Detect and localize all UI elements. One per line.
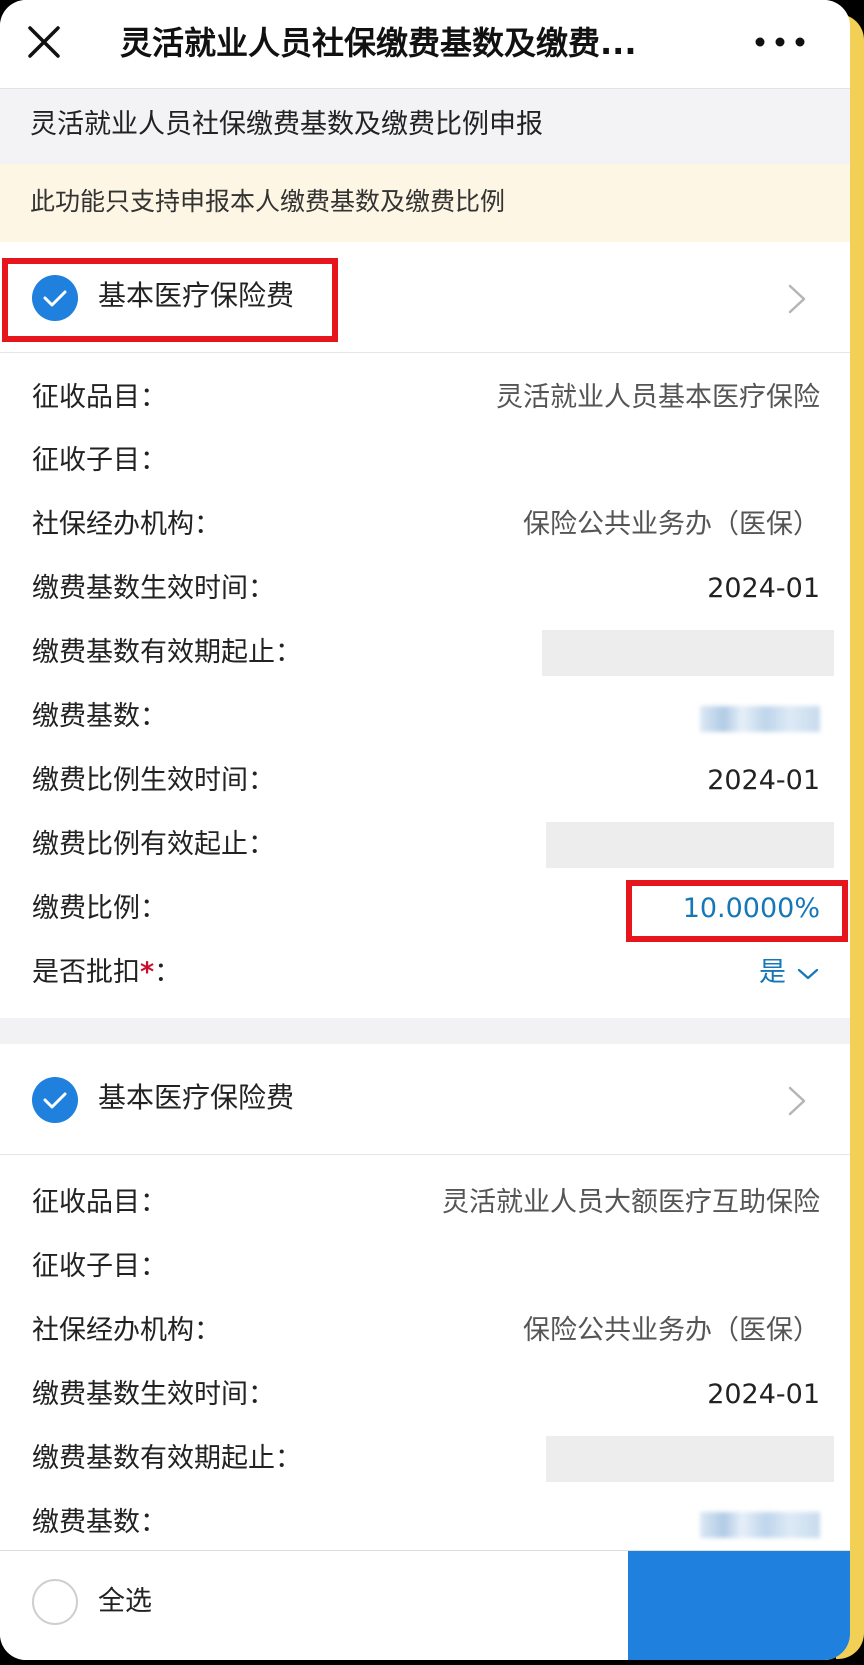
field-value: 2024-01 xyxy=(707,1379,820,1410)
field-label: 社保经办机构： xyxy=(32,509,221,540)
field-label: 缴费基数生效时间： xyxy=(32,573,275,604)
field-row: 缴费基数有效期起止： xyxy=(0,1428,850,1490)
section-title: 基本医疗保险费 xyxy=(98,1081,295,1114)
field-label: 缴费基数： xyxy=(32,701,167,732)
notice-text: 此功能只支持申报本人缴费基数及缴费比例 xyxy=(30,187,506,216)
redacted-block xyxy=(542,630,834,676)
redacted-block xyxy=(546,1436,834,1482)
select-all-label[interactable]: 全选 xyxy=(98,1579,152,1625)
field-label: 缴费比例生效时间： xyxy=(32,765,275,796)
blurred-value xyxy=(700,1512,820,1538)
device-frame: 灵活就业人员社保缴费基数及缴费... 灵活就业人员社保缴费基数及缴费比例申报 此… xyxy=(0,0,864,1665)
checked-circle-icon[interactable] xyxy=(32,1077,78,1123)
select-all-checkbox[interactable] xyxy=(32,1579,78,1625)
field-row: 缴费基数生效时间： 2024-01 xyxy=(0,1364,850,1426)
page-header: 灵活就业人员社保缴费基数及缴费比例申报 xyxy=(0,88,850,165)
field-value: 保险公共业务办（医保） xyxy=(523,509,820,540)
field-row: 缴费比例生效时间： 2024-01 xyxy=(0,750,850,812)
chevron-down-icon xyxy=(797,968,819,979)
more-icon[interactable] xyxy=(752,30,808,54)
chevron-right-icon[interactable] xyxy=(784,1082,810,1120)
field-row: 缴费基数生效时间： 2024-01 xyxy=(0,558,850,620)
field-value: 2024-01 xyxy=(707,765,820,796)
chevron-right-icon[interactable] xyxy=(784,280,810,318)
app-screen: 灵活就业人员社保缴费基数及缴费... 灵活就业人员社保缴费基数及缴费比例申报 此… xyxy=(0,0,850,1660)
bottom-action-bar: 全选 xyxy=(0,1550,850,1660)
field-label: 征收子目： xyxy=(32,1251,167,1282)
field-label-suffix: ： xyxy=(154,957,182,988)
field-label: 是否批扣*： xyxy=(32,951,181,995)
field-value: 2024-01 xyxy=(707,573,820,604)
field-row: 社保经办机构： 保险公共业务办（医保） xyxy=(0,1300,850,1362)
field-label-text: 是否批扣 xyxy=(32,957,140,988)
field-label: 缴费基数： xyxy=(32,1507,167,1538)
blurred-value xyxy=(700,706,820,732)
field-row: 征收品目： 灵活就业人员基本医疗保险 xyxy=(0,367,850,429)
field-label: 缴费基数生效时间： xyxy=(32,1379,275,1410)
notice-banner: 此功能只支持申报本人缴费基数及缴费比例 xyxy=(0,164,850,242)
field-label: 征收品目： xyxy=(32,382,167,413)
field-label: 缴费基数有效期起止： xyxy=(32,1443,302,1474)
batch-deduct-select[interactable]: 是 xyxy=(759,951,820,995)
field-label: 征收子目： xyxy=(32,445,167,476)
field-row: 缴费比例有效起止： xyxy=(0,814,850,876)
red-highlight-box xyxy=(626,880,848,942)
field-label: 缴费基数有效期起止： xyxy=(32,637,302,668)
field-row: 缴费基数： xyxy=(0,1492,850,1554)
window-title: 灵活就业人员社保缴费基数及缴费... xyxy=(120,24,637,62)
field-value: 保险公共业务办（医保） xyxy=(523,1315,820,1346)
field-value: 灵活就业人员基本医疗保险 xyxy=(496,382,820,413)
red-highlight-box xyxy=(2,258,338,342)
field-row: 缴费基数有效期起止： xyxy=(0,622,850,684)
section-divider xyxy=(0,1018,850,1044)
field-row: 征收品目： 灵活就业人员大额医疗互助保险 xyxy=(0,1172,850,1234)
field-row: 社保经办机构： 保险公共业务办（医保） xyxy=(0,494,850,556)
page-title: 灵活就业人员社保缴费基数及缴费比例申报 xyxy=(30,109,543,140)
redacted-block xyxy=(546,822,834,868)
field-row: 缴费基数： xyxy=(0,686,850,748)
title-bar: 灵活就业人员社保缴费基数及缴费... xyxy=(0,0,850,88)
field-label: 社保经办机构： xyxy=(32,1315,221,1346)
section-header-2[interactable]: 基本医疗保险费 xyxy=(0,1044,850,1155)
field-label: 缴费比例： xyxy=(32,893,167,924)
field-row[interactable]: 是否批扣*： 是 xyxy=(0,942,850,1004)
field-row: 征收子目： xyxy=(0,430,850,492)
submit-button[interactable] xyxy=(628,1551,850,1660)
field-row: 征收子目： xyxy=(0,1236,850,1298)
required-mark: * xyxy=(140,957,155,988)
field-label: 缴费比例有效起止： xyxy=(32,829,275,860)
select-value: 是 xyxy=(759,957,786,988)
field-label: 征收品目： xyxy=(32,1187,167,1218)
close-icon[interactable] xyxy=(22,20,66,64)
field-value: 灵活就业人员大额医疗互助保险 xyxy=(442,1187,820,1218)
